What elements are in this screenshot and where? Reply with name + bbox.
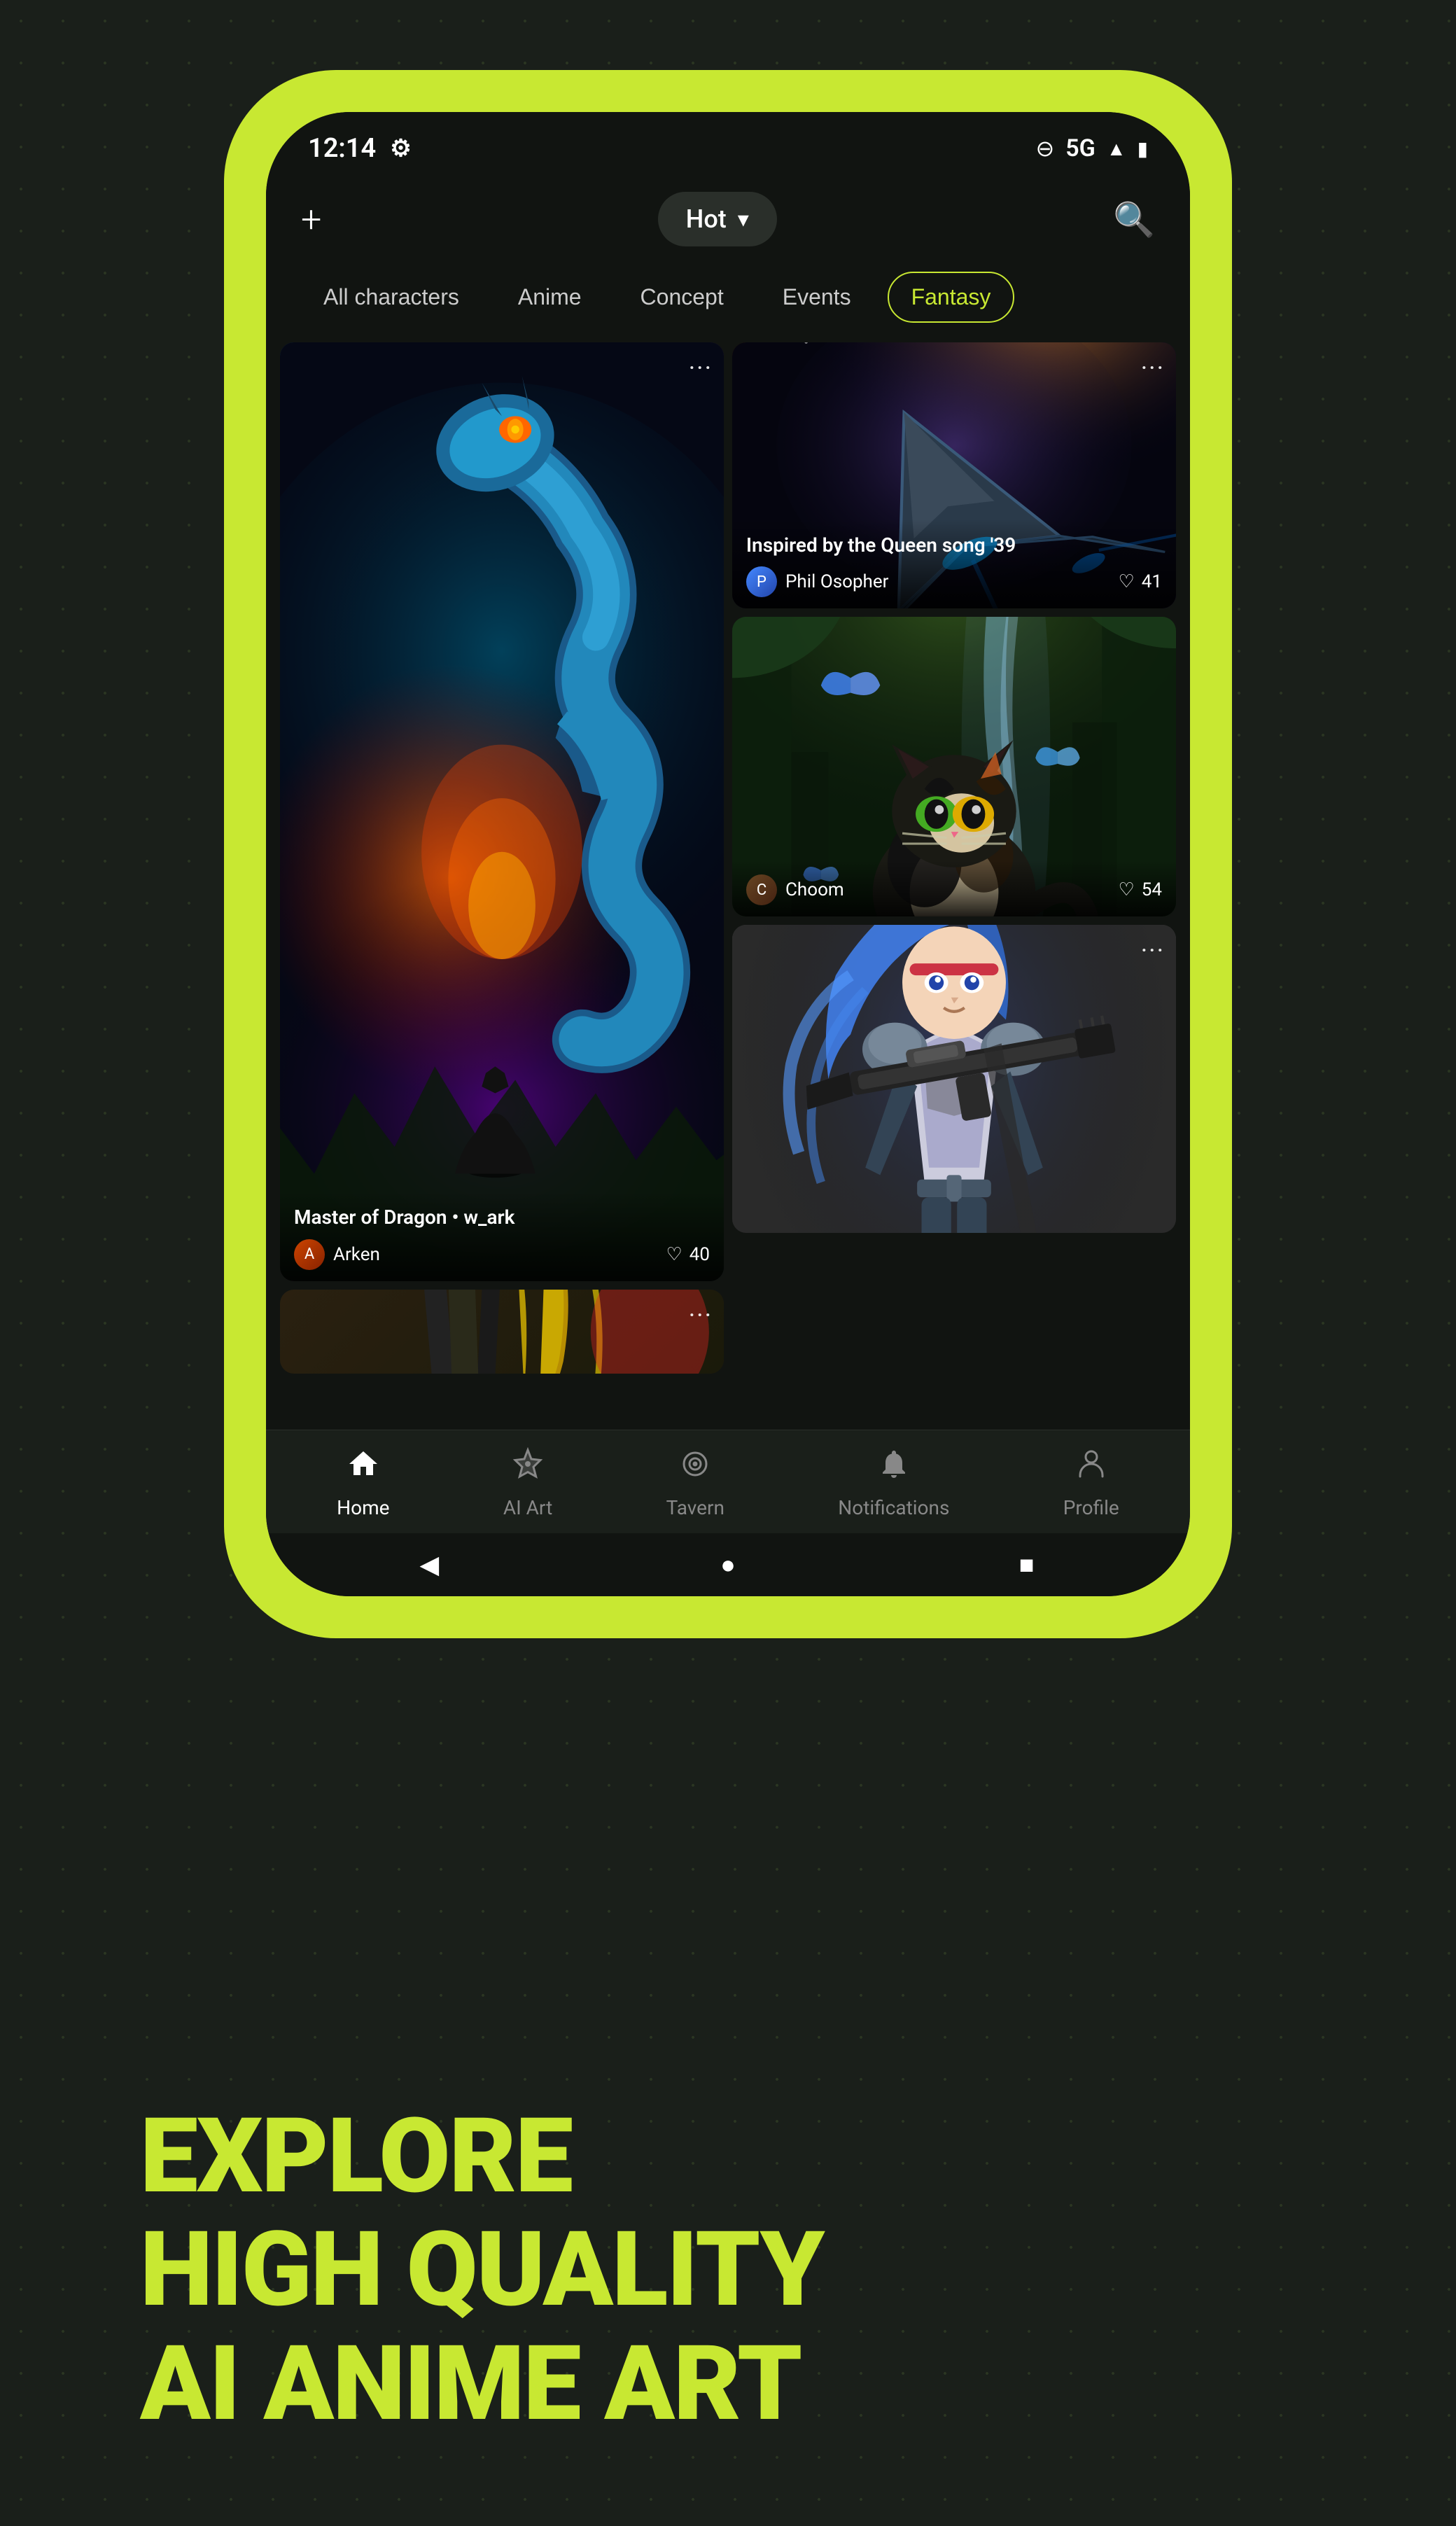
tagline-line1: EXPLORE <box>140 2100 824 2214</box>
tab-events[interactable]: Events <box>760 273 874 321</box>
status-time: 12:14 ⚙ <box>308 133 412 164</box>
tab-anime[interactable]: Anime <box>496 273 604 321</box>
tab-all-characters[interactable]: All characters <box>301 273 482 321</box>
filter-tabs: All characters Anime Concept Events Fant… <box>266 260 1190 334</box>
ai-art-icon <box>511 1447 545 1489</box>
tagline-line3: AI ANIME ART <box>140 2328 824 2442</box>
dragon-card[interactable]: ··· Master of Dragon • w_ark A Arken ♡ 4… <box>280 342 724 1281</box>
status-bar: 12:14 ⚙ ⊖ 5G ▲ ▮ <box>266 112 1190 178</box>
dragon-card-title: Master of Dragon • w_ark <box>294 1205 710 1230</box>
recents-button[interactable]: ■ <box>1009 1547 1044 1582</box>
back-button[interactable]: ◀ <box>412 1547 447 1582</box>
sort-dropdown[interactable]: Hot ▾ <box>658 192 777 246</box>
home-button[interactable]: ● <box>710 1547 746 1582</box>
tagline-section: EXPLORE HIGH QUALITY AI ANIME ART <box>140 2100 824 2442</box>
profile-icon <box>1074 1447 1108 1489</box>
app-header: + Hot ▾ 🔍 <box>266 178 1190 260</box>
add-button[interactable]: + <box>301 198 321 241</box>
tavern-icon <box>678 1447 712 1489</box>
space-likes-count: 41 <box>1142 571 1162 592</box>
space-card-author: P Phil Osopher <box>746 566 888 597</box>
dragon-author-name: Arken <box>333 1244 380 1265</box>
dragon-card-overlay: Master of Dragon • w_ark A Arken ♡ 40 <box>280 1191 724 1281</box>
cat-author-name: Choom <box>785 879 844 900</box>
space-card-meta: P Phil Osopher ♡ 41 <box>746 566 1162 597</box>
partial-card[interactable]: ··· <box>280 1290 724 1374</box>
heart-icon[interactable]: ♡ <box>666 1244 682 1265</box>
dnd-icon: ⊖ <box>1035 135 1054 162</box>
space-card-likes: ♡ 41 <box>1118 571 1162 592</box>
android-nav-bar: ◀ ● ■ <box>266 1533 1190 1596</box>
space-card[interactable]: ··· Inspired by the Queen song '39 P Phi… <box>732 342 1176 608</box>
content-grid: ··· Master of Dragon • w_ark A Arken ♡ 4… <box>266 334 1190 1430</box>
dragon-card-author: A Arken <box>294 1239 380 1270</box>
right-column: ··· Inspired by the Queen song '39 P Phi… <box>732 342 1176 916</box>
space-card-title: Inspired by the Queen song '39 <box>746 533 1162 558</box>
search-button[interactable]: 🔍 <box>1113 200 1155 239</box>
space-card-more[interactable]: ··· <box>1141 354 1165 383</box>
warrior-card[interactable]: ··· <box>732 925 1176 1233</box>
dragon-card-likes: ♡ 40 <box>666 1244 710 1265</box>
home-label: Home <box>337 1496 389 1519</box>
battery-icon: ▮ <box>1138 137 1148 160</box>
phone-device: 12:14 ⚙ ⊖ 5G ▲ ▮ + Hot ▾ 🔍 All character… <box>266 112 1190 1596</box>
cat-card-author: C Choom <box>746 874 844 905</box>
profile-label: Profile <box>1063 1496 1119 1519</box>
network-indicator: 5G <box>1065 134 1096 162</box>
space-card-overlay: Inspired by the Queen song '39 P Phil Os… <box>732 519 1176 608</box>
nav-tavern[interactable]: Tavern <box>666 1447 724 1519</box>
chevron-down-icon: ▾ <box>738 206 749 232</box>
status-icons: ⊖ 5G ▲ ▮ <box>1035 134 1148 162</box>
phil-avatar: P <box>746 566 777 597</box>
cat-card-overlay: C Choom ♡ 54 <box>732 860 1176 916</box>
nav-ai-art[interactable]: AI Art <box>503 1447 552 1519</box>
cat-card-likes: ♡ 54 <box>1118 879 1162 900</box>
home-icon <box>346 1447 380 1489</box>
dragon-card-meta: A Arken ♡ 40 <box>294 1239 710 1270</box>
cat-likes-count: 54 <box>1142 879 1162 900</box>
nav-home[interactable]: Home <box>337 1447 389 1519</box>
dragon-likes-count: 40 <box>690 1244 710 1265</box>
signal-icon: ▲ <box>1107 137 1126 160</box>
warrior-card-more[interactable]: ··· <box>1141 936 1165 965</box>
time-display: 12:14 <box>308 133 376 164</box>
tab-fantasy[interactable]: Fantasy <box>888 272 1015 323</box>
notifications-label: Notifications <box>838 1496 949 1519</box>
ai-art-label: AI Art <box>503 1496 552 1519</box>
space-author-name: Phil Osopher <box>785 571 888 592</box>
tab-concept[interactable]: Concept <box>618 273 746 321</box>
bell-icon <box>877 1447 911 1489</box>
dragon-card-more[interactable]: ··· <box>689 354 713 383</box>
tavern-label: Tavern <box>666 1496 724 1519</box>
tagline-line2: HIGH QUALITY <box>140 2214 824 2328</box>
arken-avatar: A <box>294 1239 325 1270</box>
nav-notifications[interactable]: Notifications <box>838 1447 949 1519</box>
bottom-nav: Home AI Art <box>266 1430 1190 1533</box>
phone-outer-frame: 12:14 ⚙ ⊖ 5G ▲ ▮ + Hot ▾ 🔍 All character… <box>224 70 1232 1638</box>
cat-card[interactable]: C Choom ♡ 54 <box>732 617 1176 916</box>
heart-icon[interactable]: ♡ <box>1118 879 1134 900</box>
choom-avatar: C <box>746 874 777 905</box>
gear-icon: ⚙ <box>390 134 411 162</box>
sort-label: Hot <box>686 204 727 234</box>
cat-card-meta: C Choom ♡ 54 <box>746 874 1162 905</box>
nav-profile[interactable]: Profile <box>1063 1447 1119 1519</box>
heart-icon[interactable]: ♡ <box>1118 571 1134 592</box>
partial-card-more[interactable]: ··· <box>689 1301 713 1330</box>
